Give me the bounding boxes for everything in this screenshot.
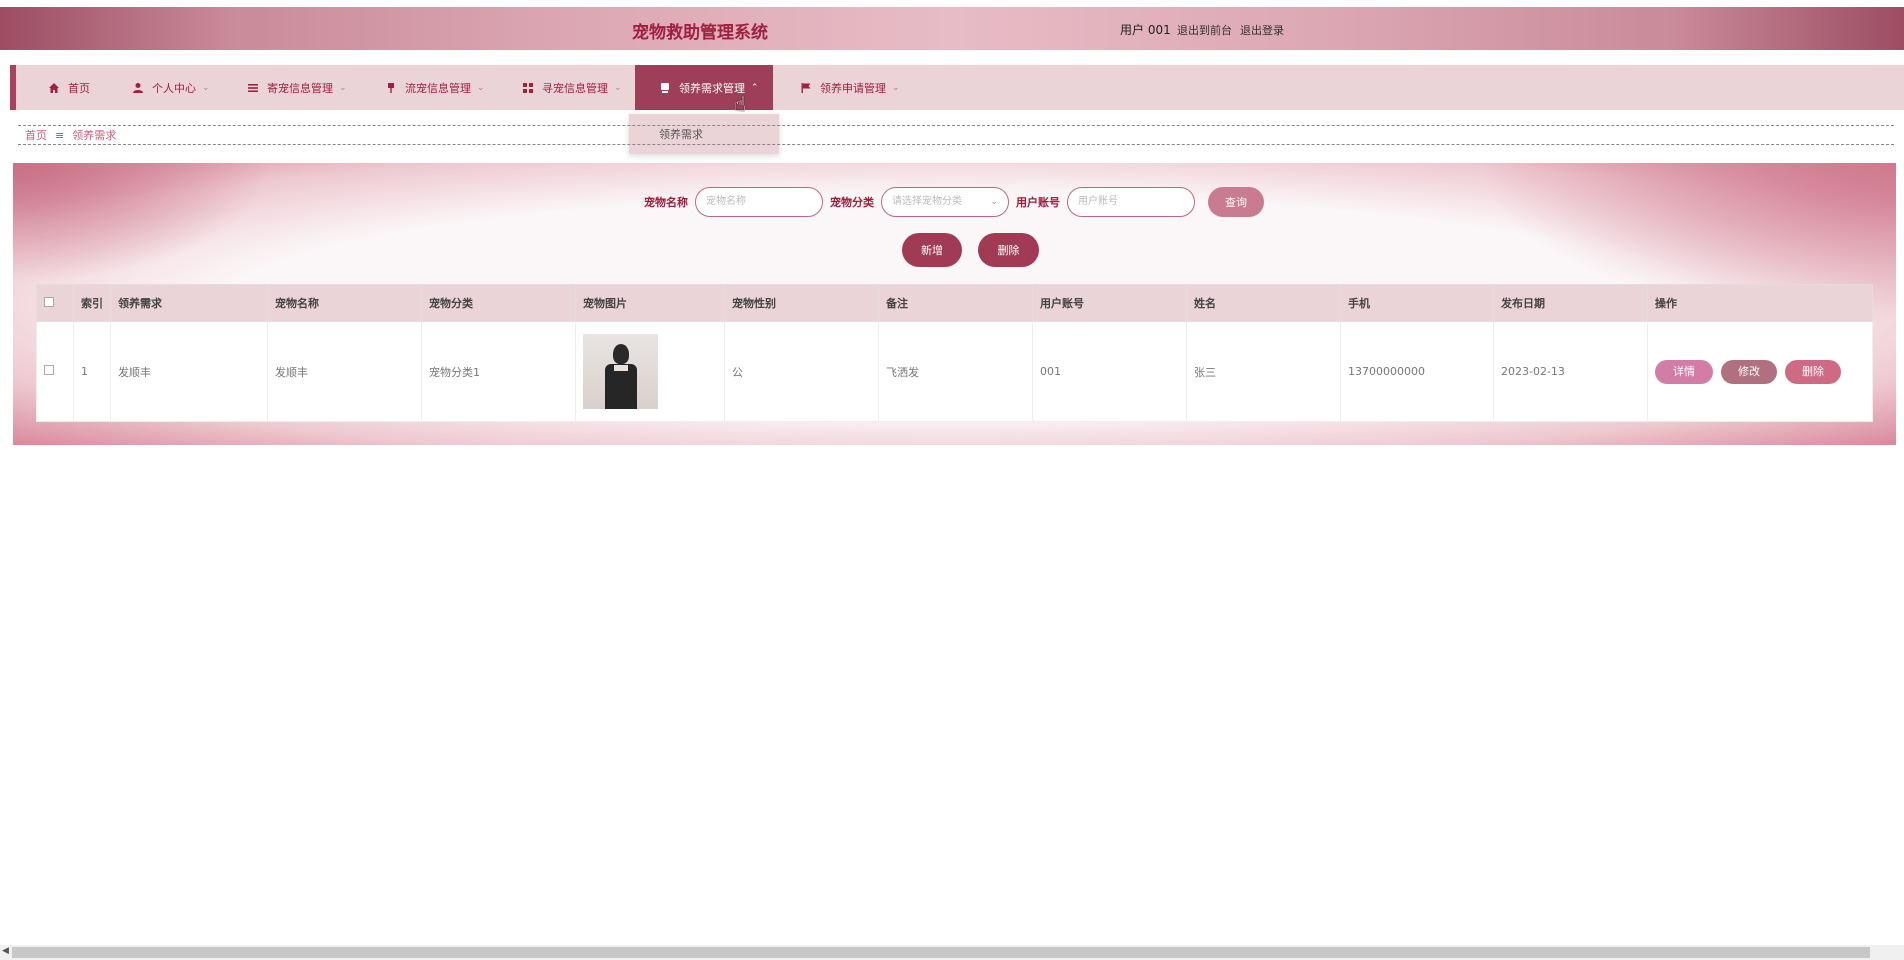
chevron-down-icon: ⌄ xyxy=(202,82,210,93)
user-account-input[interactable]: 用户账号 xyxy=(1067,187,1195,217)
adoption-demand-table: 索引 领养需求 宠物名称 宠物分类 宠物图片 宠物性别 备注 用户账号 姓名 手… xyxy=(36,284,1873,422)
cell-pet-image xyxy=(575,321,725,422)
top-header: 宠物救助管理系统 用户 001 退出到前台 退出登录 xyxy=(0,7,1904,50)
nav-home-label: 首页 xyxy=(68,81,90,95)
nav-adoption-apply-label: 领养申请管理 xyxy=(820,81,886,95)
pin-icon xyxy=(388,82,394,93)
grid-icon xyxy=(523,82,533,93)
cell-account: 001 xyxy=(1032,321,1187,422)
pet-category-label: 宠物分类 xyxy=(830,196,874,209)
column-header: 手机 xyxy=(1340,284,1494,322)
cell-gender: 公 xyxy=(724,321,879,422)
nav-lost[interactable]: 寻宠信息管理 ⌄ xyxy=(514,65,630,110)
query-button[interactable]: 查询 xyxy=(1208,187,1264,217)
pet-category-select[interactable]: 请选择宠物分类 ⌄ xyxy=(881,187,1009,217)
row-select-cell xyxy=(36,321,74,422)
pet-image-collar xyxy=(614,365,628,371)
breadcrumb-current: 领养需求 xyxy=(72,129,117,142)
hand-cursor-icon: ☝ xyxy=(734,92,747,116)
cell-category: 宠物分类1 xyxy=(421,321,576,422)
column-header: 发布日期 xyxy=(1493,284,1648,322)
column-header: 姓名 xyxy=(1186,284,1341,322)
select-all-checkbox[interactable] xyxy=(44,296,54,307)
table-header-row: 索引 领养需求 宠物名称 宠物分类 宠物图片 宠物性别 备注 用户账号 姓名 手… xyxy=(36,284,1873,322)
pet-category-placeholder: 请选择宠物分类 xyxy=(892,196,962,207)
nav-foster[interactable]: 寄宠信息管理 ⌄ xyxy=(239,65,355,110)
column-header: 宠物名称 xyxy=(267,284,422,322)
scrollbar-thumb[interactable] xyxy=(12,947,1870,958)
horizontal-scrollbar[interactable]: ◀ xyxy=(0,945,1904,960)
pet-name-input[interactable]: 宠物名称 xyxy=(695,187,823,217)
column-header: 备注 xyxy=(878,284,1033,322)
search-bar: 宠物名称 宠物名称 宠物分类 请选择宠物分类 ⌄ 用户账号 用户账号 xyxy=(644,187,1202,217)
detail-button[interactable]: 详情 xyxy=(1655,359,1713,384)
cell-note: 飞洒发 xyxy=(878,321,1033,422)
pet-name-label: 宠物名称 xyxy=(644,196,688,209)
decor-blot xyxy=(13,163,273,283)
add-button[interactable]: 新增 xyxy=(902,233,962,267)
nav-stray[interactable]: 流宠信息管理 ⌄ xyxy=(377,65,493,110)
cell-index: 1 xyxy=(73,321,111,422)
chevron-down-icon: ⌄ xyxy=(990,197,998,207)
column-header: 宠物性别 xyxy=(724,284,879,322)
logout-link[interactable]: 退出登录 xyxy=(1240,22,1284,38)
chevron-down-icon: ⌄ xyxy=(614,82,622,93)
list-icon xyxy=(248,83,258,92)
user-icon xyxy=(133,82,143,93)
chevron-down-icon: ⌄ xyxy=(339,82,347,93)
cell-name: 张三 xyxy=(1186,321,1341,422)
cell-phone: 13700000000 xyxy=(1340,321,1494,422)
column-header: 索引 xyxy=(73,284,111,322)
home-icon xyxy=(49,82,59,93)
column-header: 领养需求 xyxy=(110,284,268,322)
scroll-left-icon[interactable]: ◀ xyxy=(2,946,9,956)
breadcrumb-separator-icon: ≡ xyxy=(55,128,65,142)
breadcrumb: 首页 ≡ 领养需求 xyxy=(18,125,1894,145)
chevron-up-icon: ⌃ xyxy=(751,82,759,93)
main-nav: 首页 个人中心 ⌄ 寄宠信息管理 ⌄ 流宠信息管理 ⌄ 寻宠信息管理 ⌄ 领养需… xyxy=(10,65,1904,110)
nav-profile-label: 个人中心 xyxy=(152,81,196,95)
doc-icon xyxy=(661,82,669,93)
nav-adoption-demand[interactable]: 领养需求管理 ⌃ xyxy=(635,65,773,110)
nav-profile[interactable]: 个人中心 ⌄ xyxy=(124,65,218,110)
batch-delete-button[interactable]: 删除 xyxy=(978,233,1039,267)
table-row: 1 发顺丰 发顺丰 宠物分类1 公 飞洒发 001 张三 13700000000… xyxy=(36,321,1873,422)
cell-date: 2023-02-13 xyxy=(1493,321,1648,422)
nav-adoption-apply[interactable]: 领养申请管理 ⌄ xyxy=(792,65,908,110)
delete-button[interactable]: 删除 xyxy=(1785,359,1841,384)
cell-pet-name: 发顺丰 xyxy=(267,321,422,422)
nav-lost-label: 寻宠信息管理 xyxy=(542,81,608,95)
user-account-label: 用户账号 xyxy=(1016,196,1060,209)
column-header: 操作 xyxy=(1647,284,1873,322)
chevron-down-icon: ⌄ xyxy=(477,82,485,93)
to-front-link[interactable]: 退出到前台 xyxy=(1177,22,1232,38)
pet-image xyxy=(583,334,658,409)
nav-foster-label: 寄宠信息管理 xyxy=(267,81,333,95)
current-user: 用户 001 xyxy=(1120,23,1171,37)
breadcrumb-home[interactable]: 首页 xyxy=(25,127,47,143)
flag-icon xyxy=(801,82,811,93)
cell-demand: 发顺丰 xyxy=(110,321,268,422)
nav-home[interactable]: 首页 xyxy=(40,65,98,110)
pet-image-head xyxy=(613,344,629,364)
edit-button[interactable]: 修改 xyxy=(1721,359,1777,384)
chevron-down-icon: ⌄ xyxy=(892,82,900,93)
column-header: 用户账号 xyxy=(1032,284,1187,322)
select-all-cell xyxy=(36,284,74,322)
column-header: 宠物图片 xyxy=(575,284,725,322)
row-checkbox[interactable] xyxy=(44,365,54,375)
nav-stray-label: 流宠信息管理 xyxy=(405,81,471,95)
column-header: 宠物分类 xyxy=(421,284,576,322)
cell-actions: 详情 修改 删除 xyxy=(1647,321,1873,422)
